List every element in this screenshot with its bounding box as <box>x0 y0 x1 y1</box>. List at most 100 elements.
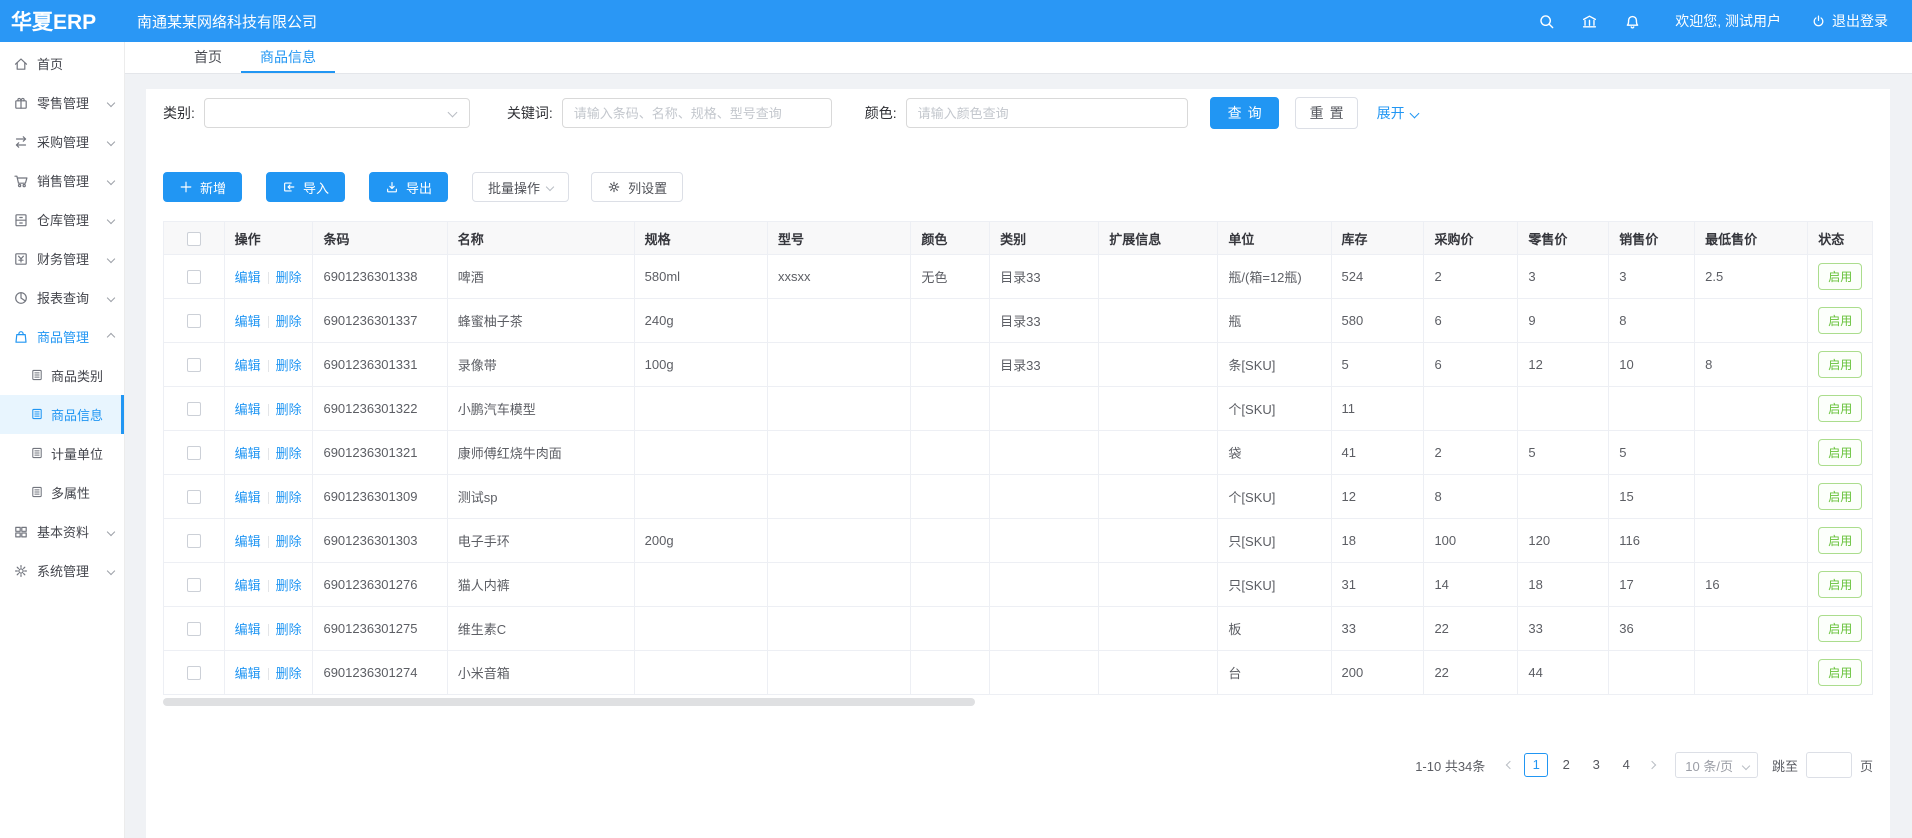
category-select[interactable] <box>204 98 470 128</box>
cabinet-icon <box>13 212 29 228</box>
batch-actions-button[interactable]: 批量操作 <box>472 172 569 202</box>
cell-model <box>767 475 910 519</box>
edit-link[interactable]: 编辑 <box>235 270 261 285</box>
sidebar-item-product-info[interactable]: 商品信息 <box>0 395 124 434</box>
page-number-3[interactable]: 3 <box>1584 753 1608 777</box>
scrollbar-thumb[interactable] <box>163 698 975 706</box>
cell-actions: 编辑删除 <box>224 519 313 563</box>
page-size-select[interactable]: 10 条/页 <box>1675 752 1758 778</box>
delete-link[interactable]: 删除 <box>276 578 302 593</box>
row-checkbox[interactable] <box>187 622 201 636</box>
status-badge[interactable]: 启用 <box>1818 307 1862 334</box>
bank-icon[interactable] <box>1581 13 1598 30</box>
pagination-total: 1-10 共34条 <box>1415 756 1485 775</box>
expand-toggle[interactable]: 展开 <box>1377 103 1418 123</box>
delete-link[interactable]: 删除 <box>276 666 302 681</box>
tab-home[interactable]: 首页 <box>175 42 241 73</box>
table-row: 编辑删除6901236301303电子手环200g只[SKU]181001201… <box>164 519 1873 563</box>
status-badge[interactable]: 启用 <box>1818 483 1862 510</box>
cell-category: 目录33 <box>990 299 1099 343</box>
edit-link[interactable]: 编辑 <box>235 358 261 373</box>
sidebar-item-measure-unit[interactable]: 计量单位 <box>0 434 124 473</box>
import-button[interactable]: 导入 <box>266 172 345 202</box>
sidebar-item-warehouse[interactable]: 仓库管理 <box>0 200 124 239</box>
content-area: 类别: 关键词: 颜色: 查询 重置 展开 新增导入导出批量操作列设置 <box>125 74 1912 838</box>
sidebar-item-product-category[interactable]: 商品类别 <box>0 356 124 395</box>
status-badge[interactable]: 启用 <box>1818 395 1862 422</box>
status-badge[interactable]: 启用 <box>1818 439 1862 466</box>
sidebar-item-retail[interactable]: 零售管理 <box>0 83 124 122</box>
row-checkbox[interactable] <box>187 402 201 416</box>
cell-actions: 编辑删除 <box>224 431 313 475</box>
sidebar-item-finance[interactable]: 财务管理 <box>0 239 124 278</box>
delete-link[interactable]: 删除 <box>276 402 302 417</box>
sidebar-item-home[interactable]: 首页 <box>0 44 124 83</box>
cell-status: 启用 <box>1808 255 1873 299</box>
edit-link[interactable]: 编辑 <box>235 446 261 461</box>
delete-link[interactable]: 删除 <box>276 490 302 505</box>
edit-link[interactable]: 编辑 <box>235 666 261 681</box>
search-icon[interactable] <box>1538 13 1555 30</box>
sidebar-item-reports[interactable]: 报表查询 <box>0 278 124 317</box>
column-header-11: 零售价 <box>1518 222 1609 255</box>
bell-icon[interactable] <box>1624 13 1641 30</box>
edit-link[interactable]: 编辑 <box>235 314 261 329</box>
status-badge[interactable]: 启用 <box>1818 615 1862 642</box>
status-badge[interactable]: 启用 <box>1818 659 1862 686</box>
delete-link[interactable]: 删除 <box>276 314 302 329</box>
reset-button[interactable]: 重置 <box>1295 97 1358 129</box>
row-checkbox[interactable] <box>187 666 201 680</box>
add-button[interactable]: 新增 <box>163 172 242 202</box>
row-checkbox[interactable] <box>187 358 201 372</box>
delete-link[interactable]: 删除 <box>276 534 302 549</box>
cell-status: 启用 <box>1808 431 1873 475</box>
edit-link[interactable]: 编辑 <box>235 622 261 637</box>
sidebar-item-products[interactable]: 商品管理 <box>0 317 124 356</box>
cell-actions: 编辑删除 <box>224 607 313 651</box>
next-page-button[interactable] <box>1641 762 1663 768</box>
sidebar-item-sales[interactable]: 销售管理 <box>0 161 124 200</box>
status-badge[interactable]: 启用 <box>1818 527 1862 554</box>
export-button[interactable]: 导出 <box>369 172 448 202</box>
page-number-2[interactable]: 2 <box>1554 753 1578 777</box>
cell-actions: 编辑删除 <box>224 343 313 387</box>
delete-link[interactable]: 删除 <box>276 358 302 373</box>
select-all-checkbox[interactable] <box>187 232 201 246</box>
sidebar-item-purchase[interactable]: 采购管理 <box>0 122 124 161</box>
cell-ext <box>1099 651 1218 695</box>
color-input[interactable] <box>906 98 1188 128</box>
cell-stock: 41 <box>1331 431 1424 475</box>
sidebar-item-basic-data[interactable]: 基本资料 <box>0 512 124 551</box>
edit-link[interactable]: 编辑 <box>235 490 261 505</box>
sidebar-item-label: 商品管理 <box>37 327 108 346</box>
row-checkbox[interactable] <box>187 578 201 592</box>
logout-button[interactable]: 退出登录 <box>1811 11 1888 31</box>
cell-color <box>911 651 990 695</box>
page-number-1[interactable]: 1 <box>1524 753 1548 777</box>
row-checkbox[interactable] <box>187 490 201 504</box>
delete-link[interactable]: 删除 <box>276 622 302 637</box>
jump-page-input[interactable] <box>1806 752 1852 778</box>
keyword-input[interactable] <box>562 98 832 128</box>
delete-link[interactable]: 删除 <box>276 446 302 461</box>
edit-link[interactable]: 编辑 <box>235 534 261 549</box>
row-select-cell <box>164 563 225 607</box>
row-checkbox[interactable] <box>187 446 201 460</box>
prev-page-button[interactable] <box>1499 762 1521 768</box>
page-number-4[interactable]: 4 <box>1614 753 1638 777</box>
row-checkbox[interactable] <box>187 534 201 548</box>
row-checkbox[interactable] <box>187 270 201 284</box>
search-button[interactable]: 查询 <box>1210 97 1279 129</box>
horizontal-scrollbar[interactable] <box>163 698 1873 706</box>
edit-link[interactable]: 编辑 <box>235 402 261 417</box>
row-checkbox[interactable] <box>187 314 201 328</box>
sidebar-item-multi-attribute[interactable]: 多属性 <box>0 473 124 512</box>
edit-link[interactable]: 编辑 <box>235 578 261 593</box>
sidebar-item-system[interactable]: 系统管理 <box>0 551 124 590</box>
status-badge[interactable]: 启用 <box>1818 263 1862 290</box>
tab-product-info[interactable]: 商品信息 <box>241 42 335 73</box>
status-badge[interactable]: 启用 <box>1818 351 1862 378</box>
status-badge[interactable]: 启用 <box>1818 571 1862 598</box>
delete-link[interactable]: 删除 <box>276 270 302 285</box>
column-settings-button[interactable]: 列设置 <box>591 172 683 202</box>
